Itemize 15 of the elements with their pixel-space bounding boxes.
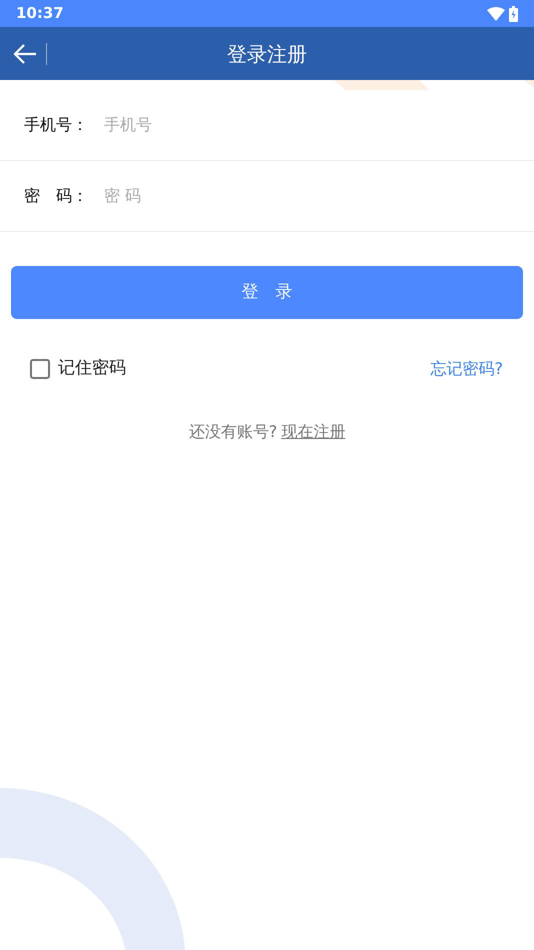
wifi-icon <box>487 6 505 20</box>
battery-icon <box>509 6 518 22</box>
register-prompt: 还没有账号? <box>188 420 278 442</box>
remember-label: 记住密码 <box>58 357 126 380</box>
field-label: 密 码： <box>24 185 89 207</box>
input-field[interactable]: 手机号 <box>104 113 510 137</box>
page-title: 登录注册 <box>227 40 307 68</box>
input-field[interactable]: 密 码 <box>104 184 510 208</box>
register-link[interactable]: 现在注册 <box>281 420 346 444</box>
field-label: 手机号： <box>24 114 89 136</box>
forgot-password-link[interactable]: 忘记密码? <box>430 356 503 381</box>
status-time: 10:37 <box>16 3 64 24</box>
login-button[interactable]: 登 录 <box>11 266 523 319</box>
back-arrow-icon <box>13 43 37 65</box>
remember-checkbox[interactable] <box>30 358 50 379</box>
